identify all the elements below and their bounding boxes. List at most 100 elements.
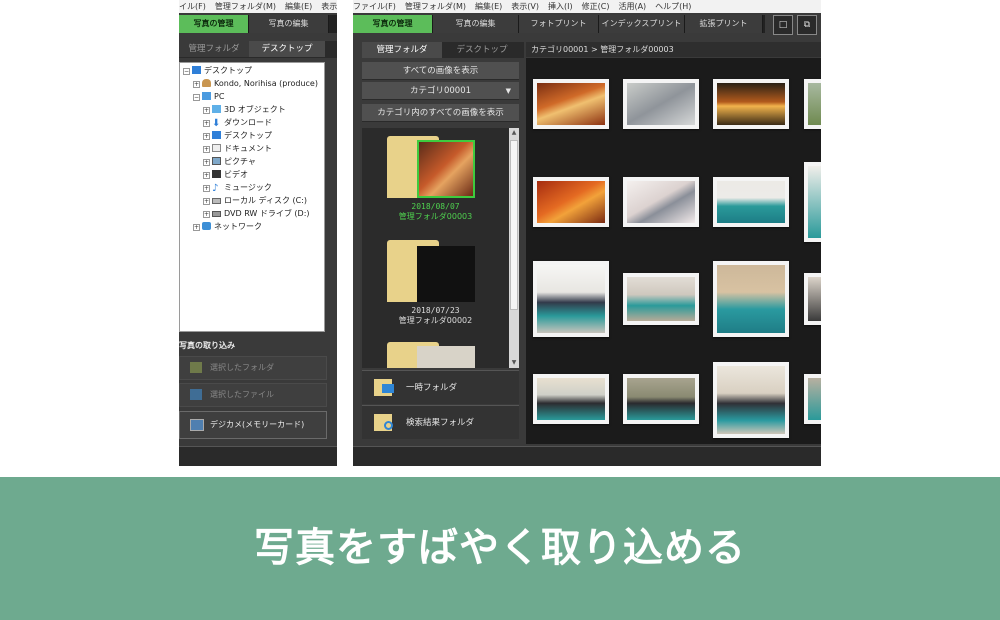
menu-modify[interactable]: 修正(C) (582, 2, 610, 11)
import-file-button[interactable]: 選択したファイル (179, 383, 327, 407)
subtab-desktop[interactable]: デスクトップ (249, 41, 325, 57)
show-all-images-button[interactable]: すべての画像を表示 (362, 62, 519, 80)
menu-view[interactable]: 表示 (321, 2, 337, 11)
temp-folder-button[interactable]: 一時フォルダ (362, 370, 519, 404)
folder-icon (190, 362, 202, 373)
subtab-managed[interactable]: 管理フォルダ (179, 41, 249, 57)
download-arrow-icon: ⬇ (212, 118, 221, 129)
tree-item-3d[interactable]: 3D オブジェクト (212, 104, 286, 116)
photo-thumbnail[interactable] (533, 177, 609, 227)
tab-photo-manage[interactable]: 写真の管理 (179, 15, 249, 33)
search-results-folder-button[interactable]: 検索結果フォルダ (362, 405, 519, 439)
tab-photo-manage[interactable]: 写真の管理 (353, 15, 433, 33)
expand-icon[interactable]: + (203, 211, 210, 218)
multi-view-icon[interactable]: ⧉ (797, 15, 817, 35)
collapse-icon[interactable]: − (183, 68, 190, 75)
sub-tabs: 管理フォルダ デスクトップ (179, 41, 337, 58)
photo-thumbnail[interactable] (713, 362, 789, 438)
menu-edit[interactable]: 編集(E) (285, 2, 312, 11)
expand-icon[interactable]: + (203, 146, 210, 153)
photo-thumbnail[interactable] (713, 79, 789, 129)
photo-thumbnail[interactable] (533, 79, 609, 129)
expand-icon[interactable]: + (203, 172, 210, 179)
monitor-icon (212, 131, 221, 139)
tab-extended-print[interactable]: 拡張プリント (685, 15, 763, 33)
expand-icon[interactable]: + (203, 185, 210, 192)
explorer-window: イル(F) 管理フォルダ(M) 編集(E) 表示 写真の管理 写真の編集 管理フォルダデ… (179, 0, 337, 466)
scroll-down-icon[interactable]: ▼ (509, 358, 519, 368)
expand-icon[interactable]: + (193, 224, 200, 231)
expand-icon[interactable]: + (203, 133, 210, 140)
photo-thumbnail[interactable] (713, 261, 789, 337)
list-item-folder-00003[interactable]: 2018/08/07 管理フォルダ00003 (362, 128, 509, 226)
import-folder-button[interactable]: 選択したフォルダ (179, 356, 327, 380)
tree-item-network[interactable]: ネットワーク (202, 221, 262, 233)
tree-item-videos[interactable]: ビデオ (212, 169, 248, 181)
photo-thumbnail[interactable] (804, 162, 821, 242)
photo-thumbnail[interactable] (623, 177, 699, 227)
collapse-icon[interactable]: − (193, 94, 200, 101)
photo-thumbnail[interactable] (533, 374, 609, 424)
tab-photo-edit[interactable]: 写真の編集 (433, 15, 519, 33)
tree-item-desktop2[interactable]: デスクトップ (212, 130, 272, 142)
tree-item-pc[interactable]: PC (202, 91, 224, 103)
menu-file[interactable]: ファイル(F) (353, 2, 396, 11)
arrow-icon (382, 384, 394, 393)
show-category-images-button[interactable]: カテゴリ内のすべての画像を表示 (362, 104, 519, 122)
photo-thumbnail[interactable] (804, 273, 821, 325)
folder-name: 管理フォルダ00002 (398, 316, 473, 325)
monitor-icon (192, 66, 201, 74)
menu-file[interactable]: イル(F) (179, 2, 206, 11)
tree-item-documents[interactable]: ドキュメント (212, 143, 272, 155)
folder-date: 2018/07/23 (411, 306, 460, 315)
memory-card-icon (190, 419, 204, 431)
scroll-up-icon[interactable]: ▲ (509, 128, 519, 138)
tree-item-user[interactable]: Kondo, Norihisa (produce) (202, 78, 318, 90)
tree-item-local-disk[interactable]: ローカル ディスク (C:) (212, 195, 307, 207)
magnifier-icon (384, 421, 393, 430)
scrollbar-thumb[interactable] (510, 140, 518, 310)
tab-photo-print[interactable]: フォトプリント (519, 15, 599, 33)
dvd-drive-icon (212, 211, 221, 217)
menu-view[interactable]: 表示(V) (511, 2, 539, 11)
photo-thumbnail[interactable] (533, 261, 609, 337)
photo-thumbnail[interactable] (713, 177, 789, 227)
folder-preview-image (417, 140, 475, 198)
list-item-folder-00002[interactable]: 2018/07/23 管理フォルダ00002 (362, 236, 509, 334)
photo-thumbnail[interactable] (804, 79, 821, 129)
photo-thumbnail[interactable] (804, 374, 821, 424)
photo-thumbnail[interactable] (623, 273, 699, 325)
tree-item-desktop[interactable]: デスクトップ (192, 65, 252, 77)
menu-insert[interactable]: 挿入(I) (548, 2, 573, 11)
expand-icon[interactable]: + (203, 198, 210, 205)
tree-item-pictures[interactable]: ピクチャ (212, 156, 256, 168)
status-bar (179, 446, 337, 466)
folder-list-scrollbar[interactable]: ▲ ▼ (509, 128, 519, 368)
photo-thumbnail[interactable] (623, 79, 699, 129)
single-view-icon[interactable]: □ (773, 15, 793, 35)
menu-help[interactable]: ヘルプ(H) (655, 2, 691, 11)
film-icon (212, 170, 221, 178)
menu-edit[interactable]: 編集(E) (475, 2, 502, 11)
tab-photo-edit[interactable]: 写真の編集 (249, 15, 329, 33)
folder-preview-image (417, 246, 475, 302)
tree-item-music[interactable]: ♪ ミュージック (212, 182, 272, 194)
subtab-managed[interactable]: 管理フォルダ (362, 42, 442, 58)
photo-thumbnail[interactable] (623, 374, 699, 424)
pc-icon (202, 92, 211, 100)
expand-icon[interactable]: + (203, 120, 210, 127)
picture-icon (212, 157, 221, 165)
tab-index-print[interactable]: インデックスプリント (599, 15, 685, 33)
tree-item-downloads[interactable]: ⬇ ダウンロード (212, 117, 272, 129)
expand-icon[interactable]: + (203, 107, 210, 114)
menu-use[interactable]: 活用(A) (618, 2, 646, 11)
expand-icon[interactable]: + (203, 159, 210, 166)
tree-item-dvd[interactable]: DVD RW ドライブ (D:) (212, 208, 310, 220)
category-select[interactable]: カテゴリ00001 ▼ (362, 82, 519, 100)
subtab-desktop[interactable]: デスクトップ (442, 42, 522, 58)
menu-folder[interactable]: 管理フォルダ(M) (215, 2, 276, 11)
menu-folder[interactable]: 管理フォルダ(M) (405, 2, 466, 11)
import-camera-button[interactable]: デジカメ(メモリーカード) (179, 411, 327, 439)
cube-icon (212, 105, 221, 113)
expand-icon[interactable]: + (193, 81, 200, 88)
